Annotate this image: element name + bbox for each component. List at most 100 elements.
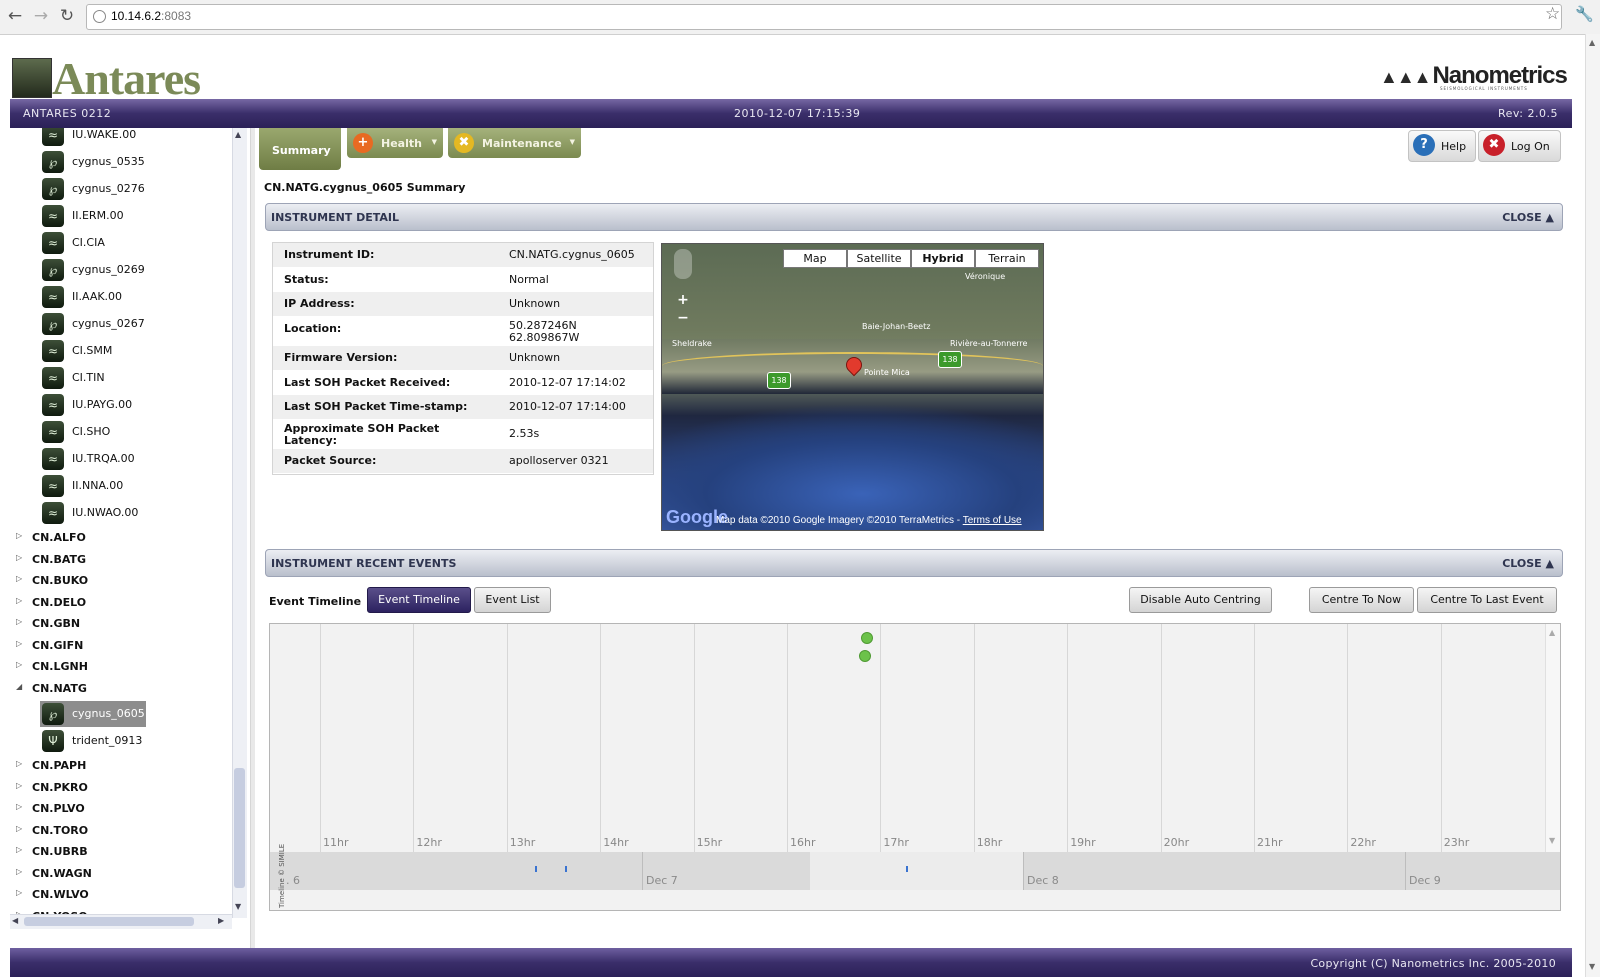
detail-key: Last SOH Packet Received: bbox=[284, 375, 451, 389]
event-timeline[interactable]: 11hr 12hr 13hr 14hr 15hr 16hr 17hr 18hr 19hr 20hr… bbox=[269, 623, 1561, 911]
tree-group[interactable]: ▷ CN.WAGN bbox=[10, 863, 210, 883]
street-view-pegman-icon[interactable] bbox=[674, 249, 692, 279]
tree-item-iu-payg-00[interactable]: ≈ IU.PAYG.00 bbox=[40, 392, 190, 418]
tree-item-iu-wake-00[interactable]: ≈ IU.WAKE.00 bbox=[40, 128, 190, 148]
collapsed-triangle-icon[interactable]: ▷ bbox=[16, 596, 22, 605]
event-marker[interactable] bbox=[859, 650, 871, 662]
collapsed-triangle-icon[interactable]: ▷ bbox=[16, 867, 22, 876]
scroll-thumb[interactable] bbox=[24, 917, 194, 926]
collapsed-triangle-icon[interactable]: ▷ bbox=[16, 802, 22, 811]
collapsed-triangle-icon[interactable]: ▷ bbox=[16, 781, 22, 790]
collapsed-triangle-icon[interactable]: ▷ bbox=[16, 553, 22, 562]
collapsed-triangle-icon[interactable]: ▷ bbox=[16, 660, 22, 669]
tree-group[interactable]: ▷ CN.GIFN bbox=[10, 635, 210, 655]
event-list-button[interactable]: Event List bbox=[474, 587, 551, 613]
scroll-up-icon[interactable]: ▲ bbox=[1549, 628, 1555, 637]
collapsed-triangle-icon[interactable]: ▷ bbox=[16, 845, 22, 854]
tree-item-ci-cia[interactable]: ≈ CI.CIA bbox=[40, 230, 190, 256]
tree-item-iu-nwao-00[interactable]: ≈ IU.NWAO.00 bbox=[40, 500, 190, 526]
tree-item-cygnus-0269[interactable]: ℘ cygnus_0269 bbox=[40, 257, 190, 283]
disable-auto-centring-button[interactable]: Disable Auto Centring bbox=[1129, 587, 1272, 613]
scroll-up-icon[interactable]: ▲ bbox=[235, 130, 241, 139]
scroll-left-icon[interactable]: ◀ bbox=[12, 916, 18, 925]
tab-maintenance[interactable]: ✖ Maintenance ▼ bbox=[448, 128, 581, 158]
scroll-up-icon[interactable]: ▲ bbox=[1589, 38, 1595, 47]
log-on-button[interactable]: ✖ Log On bbox=[1478, 130, 1561, 162]
tree-item-cygnus-0267[interactable]: ℘ cygnus_0267 bbox=[40, 311, 190, 337]
tree-group[interactable]: ▷ CN.PLVO bbox=[10, 798, 210, 818]
tree-group-label: CN.WAGN bbox=[32, 866, 92, 880]
reload-icon[interactable]: ↻ bbox=[57, 6, 77, 26]
tree-group[interactable]: ▷ CN.BUKO bbox=[10, 570, 210, 590]
collapsed-triangle-icon[interactable]: ▷ bbox=[16, 888, 22, 897]
centre-to-last-event-button[interactable]: Centre To Last Event bbox=[1417, 587, 1557, 613]
help-button[interactable]: ? Help bbox=[1408, 130, 1476, 162]
close-section-button[interactable]: CLOSE ▲ bbox=[1502, 211, 1554, 224]
address-bar[interactable]: 10.14.6.2:8083 bbox=[86, 4, 1562, 30]
bookmark-star-icon[interactable]: ☆ bbox=[1545, 4, 1560, 24]
tree-item-iu-trqa-00[interactable]: ≈ IU.TRQA.00 bbox=[40, 446, 190, 472]
tree-group[interactable]: ▷ CN.GBN bbox=[10, 613, 210, 633]
tree-group[interactable]: ▷ CN.TORO bbox=[10, 820, 210, 840]
tree-group[interactable]: ▷ CN.UBRB bbox=[10, 841, 210, 861]
tab-summary[interactable]: Summary bbox=[259, 128, 341, 170]
scroll-down-icon[interactable]: ▼ bbox=[1589, 962, 1595, 971]
zoom-in-icon[interactable]: + bbox=[675, 292, 691, 308]
page-scrollbar[interactable]: ▲ ▼ bbox=[1585, 34, 1600, 977]
collapsed-triangle-icon[interactable]: ▷ bbox=[16, 617, 22, 626]
tree-group[interactable]: ◢ CN.NATG bbox=[10, 678, 210, 698]
tree-item-ii-nna-00[interactable]: ≈ II.NNA.00 bbox=[40, 473, 190, 499]
back-arrow-icon[interactable]: ← bbox=[5, 6, 25, 26]
map-type-map-button[interactable]: Map bbox=[783, 249, 847, 268]
tree-item-ci-tin[interactable]: ≈ CI.TIN bbox=[40, 365, 190, 391]
tree-item-ii-erm-00[interactable]: ≈ II.ERM.00 bbox=[40, 203, 190, 229]
scroll-thumb[interactable] bbox=[234, 768, 245, 888]
tree-item-cygnus-0535[interactable]: ℘ cygnus_0535 bbox=[40, 149, 190, 175]
tree-vertical-scrollbar[interactable]: ▲ ▼ bbox=[232, 128, 247, 918]
tab-health[interactable]: + Health ▼ bbox=[347, 128, 443, 158]
forward-arrow-icon[interactable]: → bbox=[31, 6, 51, 26]
tree-item-cygnus-0605[interactable]: ℘ cygnus_0605 bbox=[40, 701, 146, 727]
collapsed-triangle-icon[interactable]: ▷ bbox=[16, 639, 22, 648]
tree-item-ci-smm[interactable]: ≈ CI.SMM bbox=[40, 338, 190, 364]
tree-item-cygnus-0276[interactable]: ℘ cygnus_0276 bbox=[40, 176, 190, 202]
tree-group[interactable]: ▷ CN.DELO bbox=[10, 592, 210, 612]
close-section-button[interactable]: CLOSE ▲ bbox=[1502, 557, 1554, 570]
tree-group[interactable]: ▷ CN.BATG bbox=[10, 549, 210, 569]
scroll-down-icon[interactable]: ▼ bbox=[1549, 836, 1555, 845]
event-timeline-button[interactable]: Event Timeline bbox=[367, 587, 471, 613]
location-map[interactable]: + − Map Satellite Hybrid Terrain Véroniq… bbox=[661, 243, 1044, 531]
tree-group[interactable]: ▷ CN.PKRO bbox=[10, 777, 210, 797]
tree-group[interactable]: ▷ CN.PAPH bbox=[10, 755, 210, 775]
map-type-hybrid-button[interactable]: Hybrid bbox=[911, 249, 975, 268]
wrench-icon[interactable]: 🔧 bbox=[1575, 5, 1594, 23]
tree-item-ci-sho[interactable]: ≈ CI.SHO bbox=[40, 419, 190, 445]
timeline-overview-band[interactable]: . 6 Dec 7 Dec 8 Dec 9 bbox=[270, 852, 1560, 890]
nanometrics-tagline: SEISMOLOGICAL INSTRUMENTS bbox=[1440, 86, 1528, 91]
tree-group[interactable]: ▷ CN.LGNH bbox=[10, 656, 210, 676]
map-type-terrain-button[interactable]: Terrain bbox=[975, 249, 1039, 268]
tree-group[interactable]: ▷ CN.ALFO bbox=[10, 527, 210, 547]
collapsed-triangle-icon[interactable]: ▷ bbox=[16, 574, 22, 583]
collapsed-triangle-icon[interactable]: ▷ bbox=[16, 824, 22, 833]
tree-item-trident-0913[interactable]: Ψtrident_0913 bbox=[40, 728, 190, 754]
tree-item-ii-aak-00[interactable]: ≈ II.AAK.00 bbox=[40, 284, 190, 310]
collapsed-triangle-icon[interactable]: ▷ bbox=[16, 531, 22, 540]
tree-item-label: IU.TRQA.00 bbox=[72, 452, 135, 465]
collapsed-triangle-icon[interactable]: ▷ bbox=[16, 759, 22, 768]
expanded-triangle-icon[interactable]: ◢ bbox=[16, 682, 22, 691]
terms-of-use-link[interactable]: Terms of Use bbox=[963, 515, 1022, 526]
tree-item-label: cygnus_0267 bbox=[72, 317, 145, 330]
centre-to-now-button[interactable]: Centre To Now bbox=[1309, 587, 1414, 613]
timeline-scrollbar[interactable]: ▲ ▼ bbox=[1545, 624, 1560, 852]
panel-splitter[interactable] bbox=[250, 128, 255, 948]
map-type-satellite-button[interactable]: Satellite bbox=[847, 249, 911, 268]
timeline-visible-range[interactable] bbox=[810, 852, 1024, 890]
zoom-out-icon[interactable]: − bbox=[675, 310, 691, 326]
tree-horizontal-scrollbar[interactable]: ◀ ▶ bbox=[10, 914, 232, 929]
url-text[interactable]: 10.14.6.2:8083 bbox=[111, 9, 191, 23]
scroll-right-icon[interactable]: ▶ bbox=[218, 916, 224, 925]
tree-group[interactable]: ▷ CN.WLVO bbox=[10, 884, 210, 904]
scroll-down-icon[interactable]: ▼ bbox=[235, 902, 241, 911]
event-marker[interactable] bbox=[861, 632, 873, 644]
